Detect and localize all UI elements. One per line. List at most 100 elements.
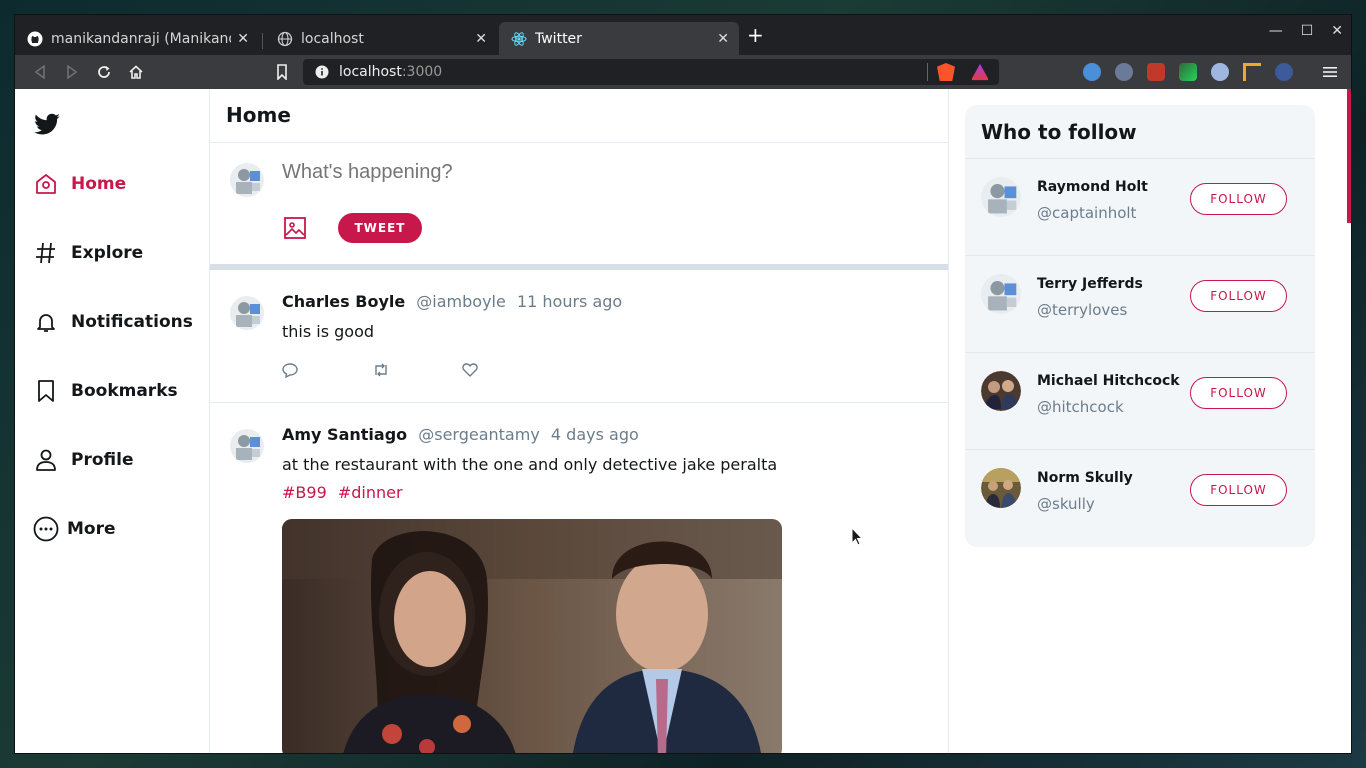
tweet-header: Amy Santiago @sergeantamy 4 days ago bbox=[282, 425, 645, 444]
tweet-author-name[interactable]: Amy Santiago bbox=[282, 425, 407, 444]
tweet-author-handle[interactable]: @iamboyle bbox=[416, 292, 506, 311]
sidebar-item-label: Explore bbox=[71, 243, 144, 263]
user-handle[interactable]: @terryloves bbox=[1037, 301, 1127, 319]
user-name[interactable]: Terry Jefferds bbox=[1037, 276, 1143, 292]
url-port: :3000 bbox=[401, 64, 443, 80]
extension-icon[interactable] bbox=[1147, 63, 1165, 81]
follow-button[interactable]: FOLLOW bbox=[1190, 474, 1287, 506]
who-to-follow-panel: Who to follow Raymond Holt @captainholt … bbox=[965, 105, 1315, 547]
tab-localhost[interactable]: localhost ✕ bbox=[265, 22, 497, 55]
tweet-item: Amy Santiago @sergeantamy 4 days ago at … bbox=[210, 403, 948, 753]
sidebar-item-explore[interactable]: Explore bbox=[33, 240, 143, 266]
retweet-icon[interactable] bbox=[372, 360, 462, 380]
image-upload-icon[interactable] bbox=[284, 217, 306, 239]
tweet-timestamp: 4 days ago bbox=[550, 425, 639, 444]
user-handle[interactable]: @skully bbox=[1037, 495, 1095, 513]
follow-suggestion: Terry Jefferds @terryloves FOLLOW bbox=[965, 256, 1315, 353]
tab-title: manikandanraji (Manikandan Raji) bbox=[51, 30, 231, 47]
sidebar-item-profile[interactable]: Profile bbox=[33, 447, 133, 473]
tab-separator bbox=[262, 33, 263, 49]
close-icon[interactable]: ✕ bbox=[237, 31, 249, 47]
url-separator bbox=[927, 63, 928, 81]
reply-icon[interactable] bbox=[282, 360, 372, 380]
hashtag-icon bbox=[33, 240, 59, 266]
tweet-author-name[interactable]: Charles Boyle bbox=[282, 292, 405, 311]
main-feed: Home TWEET Charles Boyle @iamboyle bbox=[210, 89, 949, 753]
compose-input[interactable] bbox=[282, 161, 882, 184]
address-bar[interactable]: localhost:3000 bbox=[303, 59, 999, 85]
twitter-page: Home Explore Notifications Bookmarks Pro… bbox=[15, 89, 1351, 753]
follow-suggestion: Michael Hitchcock @hitchcock FOLLOW bbox=[965, 353, 1315, 450]
extension-icon[interactable] bbox=[1083, 63, 1101, 81]
sidebar-item-home[interactable]: Home bbox=[33, 171, 126, 197]
reload-icon[interactable] bbox=[93, 61, 115, 83]
avatar[interactable] bbox=[981, 177, 1021, 217]
minimize-icon[interactable]: — bbox=[1269, 23, 1283, 39]
tweet-author-handle[interactable]: @sergeantamy bbox=[418, 425, 540, 444]
like-icon[interactable] bbox=[462, 360, 552, 380]
scrollbar[interactable] bbox=[1347, 89, 1351, 223]
more-icon bbox=[33, 516, 59, 542]
home-icon[interactable] bbox=[125, 61, 147, 83]
follow-button[interactable]: FOLLOW bbox=[1190, 280, 1287, 312]
extension-icon[interactable] bbox=[1211, 63, 1229, 81]
mouse-cursor-icon bbox=[851, 526, 864, 547]
hashtag-link[interactable]: #B99 bbox=[282, 483, 327, 502]
maximize-icon[interactable]: ☐ bbox=[1301, 23, 1314, 39]
page-title: Home bbox=[210, 89, 948, 143]
globe-icon bbox=[277, 31, 293, 47]
menu-icon[interactable] bbox=[1319, 61, 1341, 83]
close-icon[interactable]: ✕ bbox=[717, 31, 729, 47]
user-icon bbox=[33, 447, 59, 473]
extension-icon[interactable] bbox=[1275, 63, 1293, 81]
tweet-header: Charles Boyle @iamboyle 11 hours ago bbox=[282, 292, 628, 311]
tab-title: Twitter bbox=[535, 30, 582, 47]
tab-strip: manikandanraji (Manikandan Raji) ✕ local… bbox=[15, 15, 1351, 55]
brave-shield-icon[interactable] bbox=[937, 63, 955, 81]
avatar[interactable] bbox=[981, 274, 1021, 314]
user-handle[interactable]: @hitchcock bbox=[1037, 398, 1124, 416]
tweet-actions bbox=[282, 360, 552, 380]
tweet-image[interactable] bbox=[282, 519, 782, 753]
avatar[interactable] bbox=[981, 468, 1021, 508]
sidebar-item-notifications[interactable]: Notifications bbox=[33, 309, 193, 335]
follow-suggestion: Norm Skully @skully FOLLOW bbox=[965, 450, 1315, 547]
close-icon[interactable]: ✕ bbox=[475, 31, 487, 47]
github-icon bbox=[27, 31, 43, 47]
forward-icon[interactable] bbox=[61, 61, 83, 83]
extension-icon[interactable] bbox=[1115, 63, 1133, 81]
hashtag-link[interactable]: #dinner bbox=[338, 483, 403, 502]
browser-window: manikandanraji (Manikandan Raji) ✕ local… bbox=[14, 14, 1352, 754]
follow-button[interactable]: FOLLOW bbox=[1190, 183, 1287, 215]
new-tab-button[interactable]: + bbox=[747, 25, 764, 45]
sidebar-item-label: Bookmarks bbox=[71, 381, 178, 401]
window-controls: — ☐ ✕ bbox=[1269, 23, 1343, 39]
sidebar-item-label: More bbox=[67, 519, 116, 539]
sidebar-item-bookmarks[interactable]: Bookmarks bbox=[33, 378, 178, 404]
left-sidebar: Home Explore Notifications Bookmarks Pro… bbox=[15, 89, 210, 753]
user-name[interactable]: Norm Skully bbox=[1037, 470, 1133, 486]
user-name[interactable]: Raymond Holt bbox=[1037, 179, 1148, 195]
avatar[interactable] bbox=[230, 163, 264, 197]
bookmark-icon[interactable] bbox=[271, 61, 293, 83]
close-window-icon[interactable]: ✕ bbox=[1331, 23, 1343, 39]
avatar[interactable] bbox=[230, 429, 264, 463]
sidebar-item-more[interactable]: More bbox=[33, 516, 116, 542]
home-icon bbox=[33, 171, 59, 197]
info-icon[interactable] bbox=[315, 65, 329, 79]
user-handle[interactable]: @captainholt bbox=[1037, 204, 1136, 222]
extension-icon[interactable] bbox=[1179, 63, 1197, 81]
avatar[interactable] bbox=[981, 371, 1021, 411]
back-icon[interactable] bbox=[29, 61, 51, 83]
extension-icon[interactable] bbox=[1243, 63, 1261, 81]
user-name[interactable]: Michael Hitchcock bbox=[1037, 373, 1180, 389]
tab-github[interactable]: manikandanraji (Manikandan Raji) ✕ bbox=[15, 22, 259, 55]
panel-title: Who to follow bbox=[965, 105, 1315, 159]
avatar[interactable] bbox=[230, 296, 264, 330]
follow-button[interactable]: FOLLOW bbox=[1190, 377, 1287, 409]
twitter-logo-icon[interactable] bbox=[33, 111, 61, 139]
browser-toolbar: localhost:3000 bbox=[15, 55, 1351, 89]
react-icon bbox=[511, 31, 527, 47]
tweet-button[interactable]: TWEET bbox=[338, 213, 422, 243]
tab-twitter[interactable]: Twitter ✕ bbox=[499, 22, 739, 55]
